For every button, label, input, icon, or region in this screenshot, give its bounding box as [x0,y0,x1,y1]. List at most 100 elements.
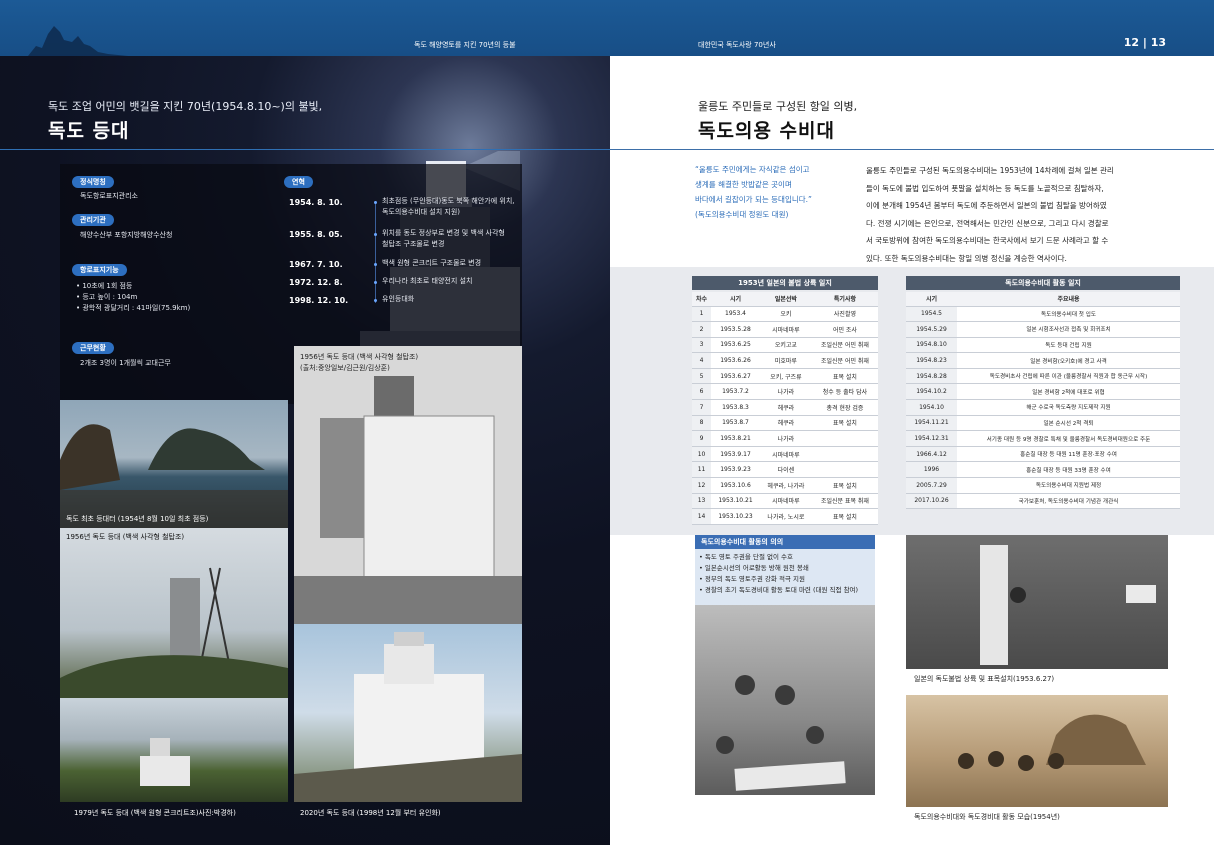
column-header: 시기 [711,292,760,307]
history-date: 1972. 12. 8. [289,278,343,287]
table-body: 시기 주요내용 1954.5 독도의용수비대 첫 입도 1954.5.29 일본 시험조… [906,292,1180,510]
page-numbers: 12 | 13 [1123,36,1166,49]
table-cell: 나가라 [759,383,812,401]
official-name-tag: 정식명칭 [72,176,114,188]
history-date: 1955. 8. 05. [289,230,343,239]
table-cell: 1954.10 [906,399,957,416]
table-cell: 11 [692,461,712,479]
column-header: 일본선박 [759,292,812,307]
table-body: 차수 시기 일본선박 특기사항 1 1953.4 오키 사진촬영 2 1953.5.28 시마네마… [692,292,878,525]
table-cell: 1954.8.23 [906,352,957,369]
table-cell: 1953.6.26 [711,352,760,369]
right-subtitle: 울릉도 주민들로 구성된 항일 의병, [698,100,858,113]
table-row: 6 1953.7.2 나가라 청수 등 출타 답사 [692,383,878,401]
table-cell: 나가라, 노시로 [759,508,812,525]
functions: • 10초에 1회 점등 • 등고 높이 : 104m • 광학적 광달거리 :… [76,282,191,312]
significance-title: 독도의용수비대 활동의 의의 [695,535,875,549]
activity-log-table: 독도의용수비대 활동 일지 시기 주요내용 1954.5 독도의용수비대 첫 입도 1… [906,276,1180,510]
table-cell: 일본 순시선 2척 격퇴 [957,415,1180,432]
photo-caption: 독도 최초 등대터 (1954년 8월 10일 최초 점등) [66,515,209,523]
table-row: 2017.10.26 국가보훈처, 독도의용수비대 기념관 개관식 [906,493,1180,510]
table-cell: 청수 등 출타 답사 [811,383,878,401]
table-row: 2005.7.29 독도의용수비대 지원법 제정 [906,477,1180,494]
table-cell: 다이센 [759,461,812,479]
table-row: 14 1953.10.23 나가라, 노시로 표목 설치 [692,508,878,525]
table-row: 1954.12.31 서기종 대원 등 9명 경찰로 특채 및 울릉경찰서 독도경… [906,430,1180,447]
table-cell: 오키 [759,306,812,323]
table-cell: 1953.4 [711,306,760,323]
table-cell: 조일신문 표목 취재 [811,493,878,510]
table-title: 1953년 일본의 불법 상륙 일지 [692,276,878,290]
table-cell: 홍순칠 대장 등 대원 33명 훈장 수여 [957,461,1180,479]
history-date: 1954. 8. 10. [289,198,343,207]
table-cell: 1953.9.17 [711,446,760,463]
table-cell: 1953.5.28 [711,321,760,338]
agency-tag: 관리기관 [72,214,114,226]
photo-volunteer-guards [695,605,875,795]
table-cell: 표목 설치 [811,508,878,525]
left-title: 독도 등대 [48,120,130,142]
photo-caption: 1956년 독도 등대 (백색 사각형 철탑조) [66,533,185,541]
table-cell: 1 [692,306,712,323]
table-cell: 7 [692,399,712,416]
table-cell: 3 [692,337,712,354]
table-row: 1954.8.23 일본 경비함(오키호)에 경고 사격 [906,352,1180,369]
table-cell: 14 [692,508,712,525]
table-cell: 미호마루 [759,352,812,369]
table-cell: 독도의용수비대 첫 입도 [957,306,1180,323]
history-event: 최초점등 (무인등대)동도 북쪽 해안가에 위치, 독도의용수비대 설치 지원) [382,197,515,216]
photo-caption: 독도의용수비대와 독도경비대 활동 모습(1954년) [914,813,1060,821]
timeline-line [375,201,376,303]
table-cell: 해군 수로국 독도측량 지도제작 지원 [957,399,1180,416]
photo-2020-lighthouse [294,624,522,802]
table-row: 8 1953.8.7 헤쿠라 표목 설치 [692,415,878,432]
table-cell: 10 [692,446,712,463]
history-date: 1967. 7. 10. [289,260,343,269]
history-event: 유인등대화 [382,295,415,303]
table-cell: 사진촬영 [811,306,878,323]
right-section-title: 대한민국 독도사랑 70년사 [698,41,776,49]
table-cell: 헤쿠라 [759,399,812,416]
table-row: 1954.8.28 독도경비초사 건립에 따른 이관 (울릉경찰서 직원과 합 동… [906,368,1180,385]
table-cell [811,430,878,447]
table-cell: 1953.7.2 [711,383,760,401]
table-cell: 일본 시험조사선과 접촉 및 회귀조치 [957,321,1180,338]
table-cell: 1954.12.31 [906,430,957,447]
table-cell: 조일신문 어민 취재 [811,352,878,369]
table-cell: 1953.8.7 [711,415,760,432]
header-bar: 독도 해양영토를 지킨 70년의 등불 대한민국 독도사랑 70년사 12 | … [0,0,1214,56]
table-row: 3 1953.6.25 오키고교 조일신문 어민 취재 [692,337,878,354]
history-event: 위치를 동도 정상부로 변경 및 백색 사각형 철탑조 구조물로 변경 [382,229,505,248]
table-title: 독도의용수비대 활동 일지 [906,276,1180,290]
official-name: 독도항로표지관리소 [80,192,138,200]
divider [610,149,1214,150]
table-row: 4 1953.6.26 미호마루 조일신문 어민 취재 [692,352,878,369]
photo-1956-tower: 1956년 독도 등대 (백색 사각형 철탑조) [60,528,288,698]
table-row: 1954.5.29 일본 시험조사선과 접촉 및 회귀조치 [906,321,1180,338]
table-cell: 1953.6.25 [711,337,760,354]
table-row: 9 1953.8.21 나가라 [692,430,878,447]
table-row: 1954.10 해군 수로국 독도측량 지도제작 지원 [906,399,1180,416]
list-item: • 경찰의 초기 독도경비대 활동 토대 마련 (대원 직접 참여) [699,586,859,594]
quote-text: “울릉도 주민에게는 자식같은 섬이고 생계를 해결한 밧밥같은 곳이며 바다에… [695,165,812,219]
table-cell: 헤쿠라 [759,415,812,432]
table-cell: 2 [692,321,712,338]
table-cell: 오키, 구즈류 [759,368,812,385]
photo-caption: 2020년 독도 등대 (1998년 12월 부터 유인화) [300,809,441,817]
tower-image [60,567,288,698]
table-row: 2 1953.5.28 시마네마루 어민 조사 [692,321,878,338]
column-header: 차수 [692,292,712,307]
table-cell: 1954.11.21 [906,415,957,432]
table-row: 1954.5 독도의용수비대 첫 입도 [906,306,1180,323]
timeline-dot [374,263,377,266]
list-item: • 독도 영토 주권을 단절 없이 수호 [699,553,793,561]
table-cell: 독도의용수비대 지원법 제정 [957,477,1180,494]
dokdo-silhouette-icon [28,26,128,56]
table-cell: 1954.5.29 [906,321,957,338]
agency: 해양수산부 포항지방해양수산청 [80,231,173,239]
table-cell: 1953.8.3 [711,399,760,416]
island-image [60,424,288,528]
table-row: 10 1953.9.17 시마네마루 [692,446,878,463]
table-cell: 1953.10.23 [711,508,760,525]
table-cell: 총격 현장 검증 [811,399,878,416]
